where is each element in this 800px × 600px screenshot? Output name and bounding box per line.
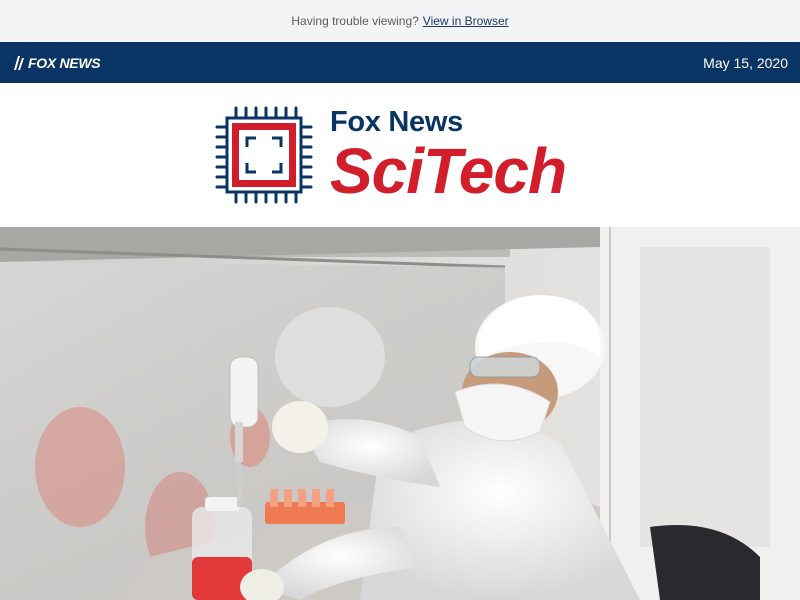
lab-scientist-photo: [0, 227, 800, 600]
preheader-bar: Having trouble viewing? View in Browser: [0, 0, 800, 42]
masthead: Fox News SciTech: [0, 83, 800, 227]
fox-news-logo[interactable]: FOX NEWS: [12, 54, 101, 71]
fox-news-logo-icon: [14, 55, 24, 70]
preheader-text: Having trouble viewing?: [291, 14, 419, 28]
masthead-line2: SciTech: [329, 134, 567, 207]
hero-image[interactable]: [0, 227, 800, 600]
masthead-logo[interactable]: Fox News SciTech: [214, 105, 567, 207]
chip-icon: [215, 106, 313, 204]
issue-date: May 15, 2020: [703, 54, 788, 71]
top-navbar: FOX NEWS May 15, 2020: [0, 42, 800, 83]
masthead-wordmark: Fox News SciTech: [329, 105, 567, 207]
masthead-line1: Fox News: [329, 105, 463, 138]
view-in-browser-link[interactable]: View in Browser: [423, 14, 509, 28]
brand-text: FOX NEWS: [28, 54, 101, 71]
